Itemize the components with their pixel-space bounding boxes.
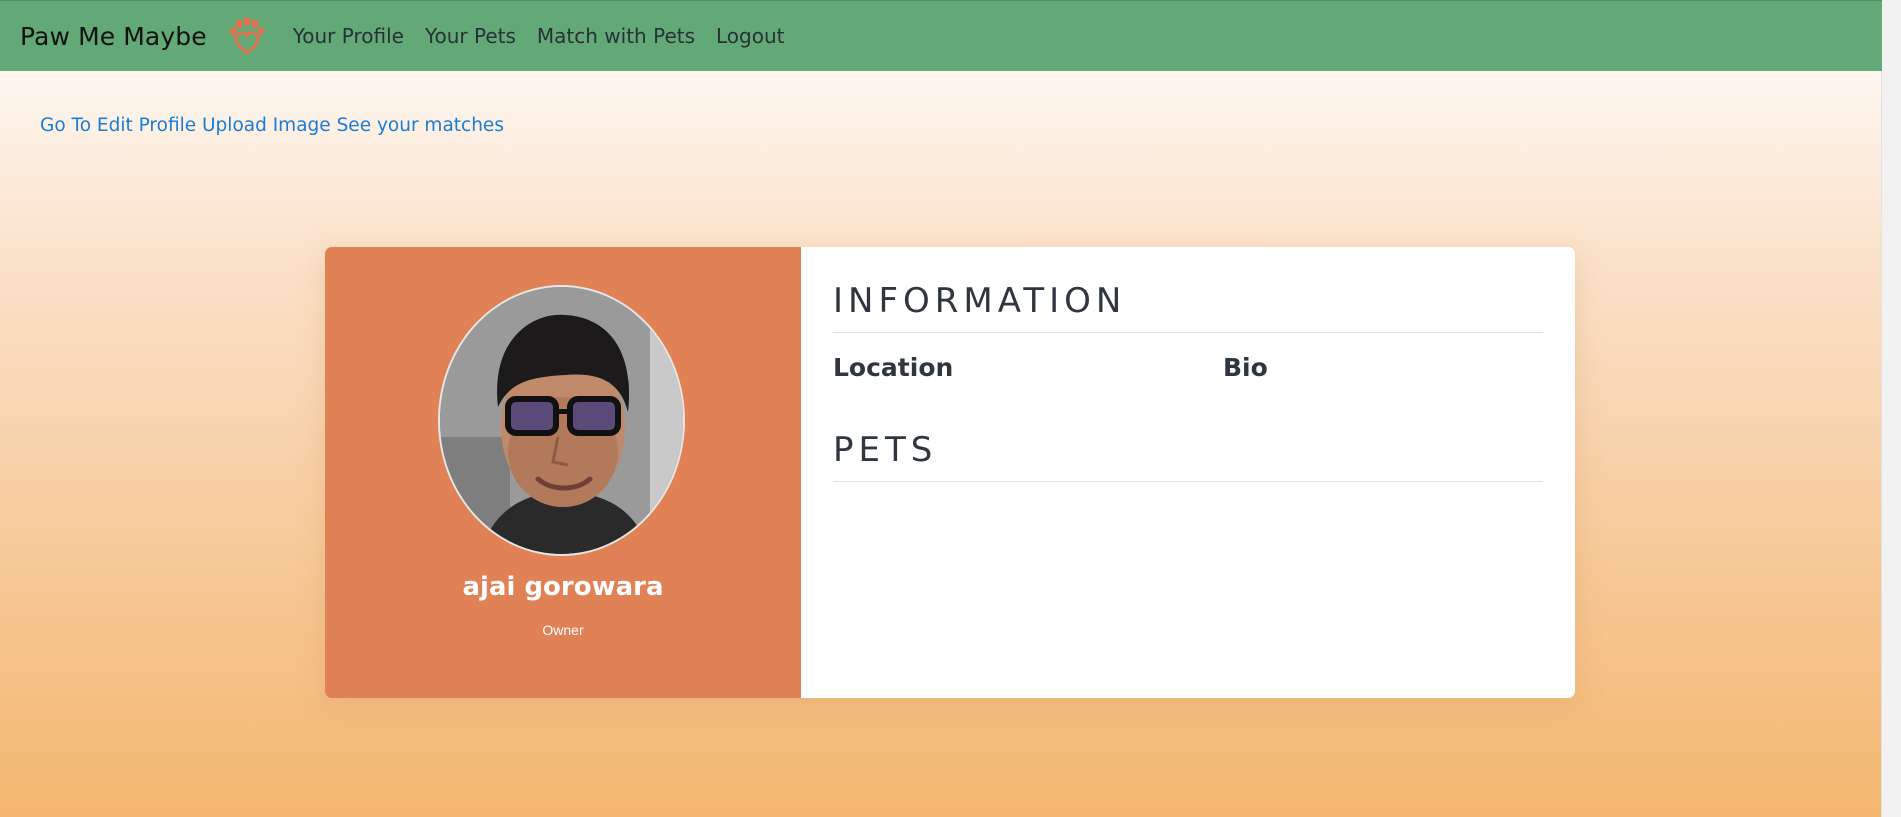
- nav-your-pets[interactable]: Your Pets: [425, 24, 516, 48]
- owner-name: ajai gorowara: [462, 572, 664, 602]
- bio-label: Bio: [1223, 353, 1268, 382]
- nav-match-with-pets[interactable]: Match with Pets: [537, 24, 695, 48]
- pets-heading: PETS: [833, 430, 938, 470]
- pets-divider: [833, 481, 1543, 482]
- information-divider: [833, 332, 1543, 333]
- nav-links: Your Profile Your Pets Match with Pets L…: [293, 24, 806, 48]
- page-scrollbar[interactable]: [1881, 0, 1901, 817]
- top-navbar: Paw Me Maybe Your Profile Your Pets Matc…: [0, 0, 1882, 71]
- paw-heart-icon[interactable]: [227, 16, 267, 56]
- upload-image-link[interactable]: Upload Image: [202, 115, 331, 136]
- profile-card: ajai gorowara Owner INFORMATION Location…: [325, 247, 1575, 698]
- profile-action-links: Go To Edit Profile Upload Image See your…: [40, 115, 504, 136]
- see-matches-link[interactable]: See your matches: [337, 115, 504, 136]
- location-label: Location: [833, 353, 954, 382]
- information-heading: INFORMATION: [833, 281, 1127, 321]
- nav-your-profile[interactable]: Your Profile: [293, 24, 404, 48]
- profile-summary-panel: ajai gorowara Owner: [325, 247, 801, 698]
- nav-logout[interactable]: Logout: [716, 24, 784, 48]
- edit-profile-link[interactable]: Go To Edit Profile: [40, 115, 196, 136]
- owner-role: Owner: [542, 622, 584, 638]
- avatar: [438, 285, 685, 556]
- profile-details-panel: INFORMATION Location Bio PETS: [801, 247, 1575, 698]
- brand-title[interactable]: Paw Me Maybe: [20, 22, 207, 51]
